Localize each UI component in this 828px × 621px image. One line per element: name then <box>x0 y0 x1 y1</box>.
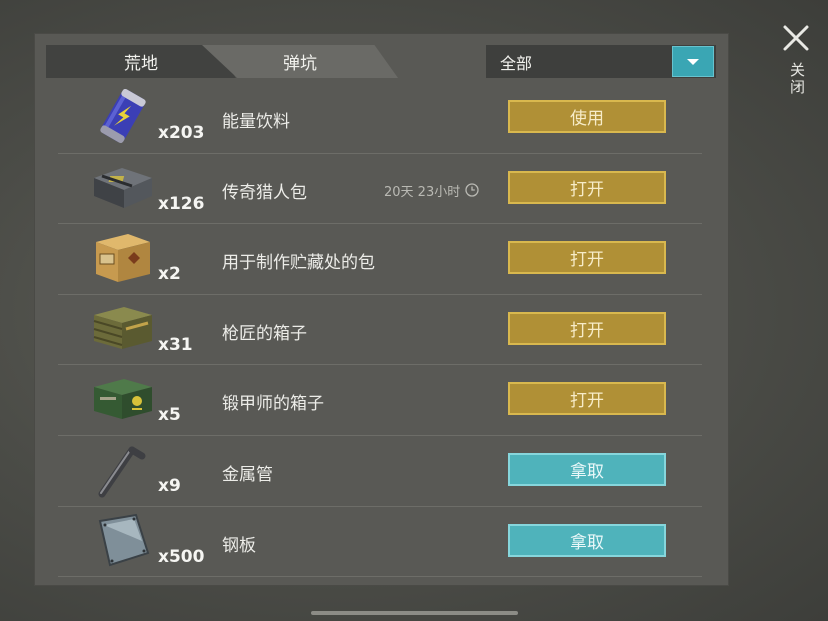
clock-icon <box>465 183 479 197</box>
take-button[interactable]: 拿取 <box>508 452 666 486</box>
item-quantity: x2 <box>158 264 181 285</box>
filter-dropdown[interactable]: 全部 <box>486 45 716 78</box>
wooden-crate-icon <box>88 228 158 286</box>
list-item: x31 枪匠的箱子 打开 <box>58 295 702 366</box>
item-name: 枪匠的箱子 <box>222 323 307 344</box>
open-button[interactable]: 打开 <box>508 241 666 275</box>
item-name: 金属管 <box>222 464 273 485</box>
list-item: x203 能量饮料 使用 <box>58 83 702 154</box>
item-quantity: x203 <box>158 123 205 143</box>
timer-text: 20天 23小时 <box>384 184 461 200</box>
item-timer: 20天 23小时 <box>384 181 479 200</box>
open-button[interactable]: 打开 <box>508 311 666 345</box>
item-quantity: x500 <box>158 546 205 567</box>
item-quantity: x126 <box>158 193 205 214</box>
energy-drink-can-icon <box>88 87 158 145</box>
hunter-bag-icon <box>88 158 158 216</box>
inventory-panel: 荒地 弹坑 全部 x203 能量饮料 使用 x126 传奇猎人包 20天 23小… <box>34 33 729 586</box>
list-item: x126 传奇猎人包 20天 23小时 打开 <box>58 154 702 225</box>
item-name: 钢板 <box>222 535 256 556</box>
item-name: 传奇猎人包 <box>222 182 307 203</box>
list-item: x500 钢板 拿取 <box>58 507 702 578</box>
item-list: x203 能量饮料 使用 x126 传奇猎人包 20天 23小时 打开 x2 用… <box>58 83 702 578</box>
home-indicator <box>311 611 518 615</box>
dropdown-button[interactable] <box>672 46 714 77</box>
close-button[interactable] <box>780 22 812 54</box>
open-button[interactable]: 打开 <box>508 382 666 416</box>
take-button[interactable]: 拿取 <box>508 523 666 557</box>
metal-pipe-icon <box>88 440 158 498</box>
item-name: 能量饮料 <box>222 112 290 132</box>
open-button[interactable]: 打开 <box>508 170 666 204</box>
list-item: x2 用于制作贮藏处的包 打开 <box>58 224 702 295</box>
steel-plate-icon <box>88 511 158 569</box>
close-label: 关闭 <box>788 62 806 96</box>
list-item: x9 金属管 拿取 <box>58 436 702 507</box>
tab-label: 弹坑 <box>283 54 317 74</box>
tab-label: 荒地 <box>124 54 158 74</box>
armorsmith-box-icon <box>88 369 158 427</box>
list-item: x5 锻甲师的箱子 打开 <box>58 365 702 436</box>
item-name: 锻甲师的箱子 <box>222 394 324 415</box>
gunsmith-crate-icon <box>88 299 158 357</box>
item-name: 用于制作贮藏处的包 <box>222 253 375 274</box>
close-icon <box>783 25 809 51</box>
item-quantity: x5 <box>158 405 181 426</box>
chevron-down-icon <box>687 58 699 65</box>
filter-label: 全部 <box>500 53 533 73</box>
item-quantity: x31 <box>158 334 193 355</box>
use-button[interactable]: 使用 <box>508 100 666 133</box>
item-quantity: x9 <box>158 475 181 496</box>
